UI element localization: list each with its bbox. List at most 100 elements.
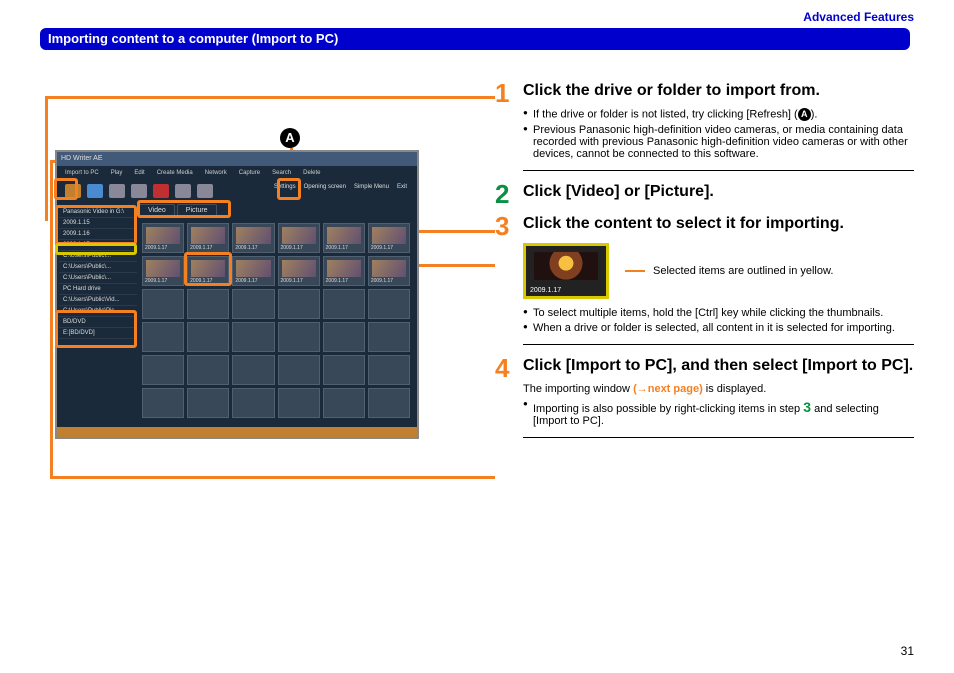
thumbnail-empty <box>323 289 365 319</box>
thumbnail-empty <box>142 355 184 385</box>
thumbnail-empty <box>278 289 320 319</box>
search-icon <box>197 184 213 198</box>
tab-video: Video <box>139 204 175 216</box>
thumb-label: 2009.1.17 <box>145 278 167 284</box>
thumbnail-empty <box>142 322 184 352</box>
settings-label: Settings <box>274 184 296 190</box>
folder-tree: Panasonic Video in G:\ 2009.1.15 2009.1.… <box>59 207 137 425</box>
tree-item: E:[BD/DVD] <box>59 328 137 339</box>
thumb-label: 2009.1.17 <box>371 245 393 251</box>
thumbnail-empty <box>368 388 410 418</box>
step-body: 2009.1.17 Selected items are outlined in… <box>523 243 914 334</box>
disc-icon <box>131 184 147 198</box>
thumbnail-empty <box>323 388 365 418</box>
thumbnail-empty <box>187 388 229 418</box>
step-number: 2 <box>495 181 509 207</box>
thumbnail-empty <box>232 388 274 418</box>
simplemenu-label: Simple Menu <box>354 184 389 190</box>
tree-item: 2009.1.16 <box>59 229 137 240</box>
thumbnail: 2009.1.17 <box>187 256 229 286</box>
thumb-label: 2009.1.17 <box>190 278 212 284</box>
menu-item: Search <box>272 170 291 176</box>
text: The importing window <box>523 383 633 395</box>
connector-line <box>45 96 495 99</box>
play-icon <box>87 184 103 198</box>
thumb-label: 2009.1.17 <box>281 278 303 284</box>
separator <box>523 170 914 171</box>
thumbnail-empty <box>278 322 320 352</box>
tree-item: Panasonic Video in G:\ <box>59 207 137 218</box>
step-1: 1 Click the drive or folder to import fr… <box>495 80 914 171</box>
tree-item: 2009.1.15 <box>59 218 137 229</box>
step-4: 4 Click [Import to PC], and then select … <box>495 355 914 438</box>
callout-label-a: A <box>280 128 300 148</box>
step-body: If the drive or folder is not listed, tr… <box>523 108 914 160</box>
selected-thumbnail: 2009.1.17 <box>523 243 609 299</box>
step-title: Click the drive or folder to import from… <box>523 80 914 104</box>
step-title: Click the content to select it for impor… <box>523 213 914 237</box>
exit-label: Exit <box>397 184 407 190</box>
thumbnail-empty <box>187 355 229 385</box>
bullet: When a drive or folder is selected, all … <box>523 322 914 334</box>
thumbnail: 2009.1.17 <box>232 223 274 253</box>
window: HD Writer AE Import to PC Play Edit Crea… <box>55 150 419 439</box>
page-number: 31 <box>901 644 914 658</box>
thumbnail-empty <box>278 355 320 385</box>
thumbnail: 2009.1.17 <box>232 256 274 286</box>
step-number: 3 <box>495 213 509 239</box>
thumbnail: 2009.1.17 <box>368 223 410 253</box>
step-number: 4 <box>495 355 509 381</box>
thumbnail: 2009.1.17 <box>142 223 184 253</box>
app-screenshot: HD Writer AE Import to PC Play Edit Crea… <box>55 150 415 435</box>
text: ). <box>811 108 818 120</box>
thumbnail-empty <box>142 289 184 319</box>
tree-item: C:\Users\Public\... <box>59 251 137 262</box>
thumbnail: 2009.1.17 <box>278 256 320 286</box>
steps-column: 1 Click the drive or folder to import fr… <box>495 80 914 448</box>
thumb-label: 2009.1.17 <box>281 245 303 251</box>
thumb-label: 2009.1.17 <box>235 278 257 284</box>
thumbnail-empty <box>187 322 229 352</box>
opening-label: Opening screen <box>304 184 346 190</box>
thumb-label: 2009.1.17 <box>190 245 212 251</box>
bullet: If the drive or folder is not listed, tr… <box>523 108 914 121</box>
menu-item: Capture <box>239 170 260 176</box>
menu-item: Create Media <box>157 170 193 176</box>
tree-item: BD/DVD <box>59 317 137 328</box>
thumbnail-empty <box>323 322 365 352</box>
next-page-link[interactable]: (→next page) <box>633 383 703 395</box>
thumbnail: 2009.1.17 <box>323 223 365 253</box>
tree-item: C:\Users\Public\... <box>59 262 137 273</box>
page-title-bar: Importing content to a computer (Import … <box>40 28 910 50</box>
text: is displayed. <box>703 383 767 395</box>
tab-picture: Picture <box>177 204 217 216</box>
thumbnail: 2009.1.17 <box>368 256 410 286</box>
connector-line <box>45 96 48 221</box>
step-body: The importing window (→next page) is dis… <box>523 383 914 427</box>
thumbnail-empty <box>142 388 184 418</box>
step-2: 2 Click [Video] or [Picture]. <box>495 181 914 205</box>
thumb-label: 2009.1.17 <box>145 245 167 251</box>
camera-icon <box>175 184 191 198</box>
tree-item: C:\Users\Public\... <box>59 273 137 284</box>
tree-item: PC Hard drive <box>59 284 137 295</box>
step-title: Click [Import to PC], and then select [I… <box>523 355 914 379</box>
menu-item: Network <box>205 170 227 176</box>
tree-item: C:\Users\Public\Pic... <box>59 306 137 317</box>
thumbnail-empty <box>368 355 410 385</box>
connector-line <box>50 160 53 479</box>
thumbnail-empty <box>187 289 229 319</box>
step-3: 3 Click the content to select it for imp… <box>495 213 914 345</box>
status-bar <box>57 427 417 437</box>
thumbnail: 2009.1.17 <box>142 256 184 286</box>
content-tabs: Video Picture <box>139 204 217 216</box>
edit-icon <box>109 184 125 198</box>
section-header: Advanced Features <box>803 10 914 24</box>
tree-item: C:\Users\Public\Vid... <box>59 295 137 306</box>
connector-line <box>625 270 645 272</box>
thumb-label: 2009.1.17 <box>371 278 393 284</box>
text: Importing is also possible by right-clic… <box>533 403 803 415</box>
toolbar-right: Settings Opening screen Simple Menu Exit <box>274 184 407 190</box>
menu-item: Edit <box>134 170 144 176</box>
thumbnail-empty <box>232 322 274 352</box>
